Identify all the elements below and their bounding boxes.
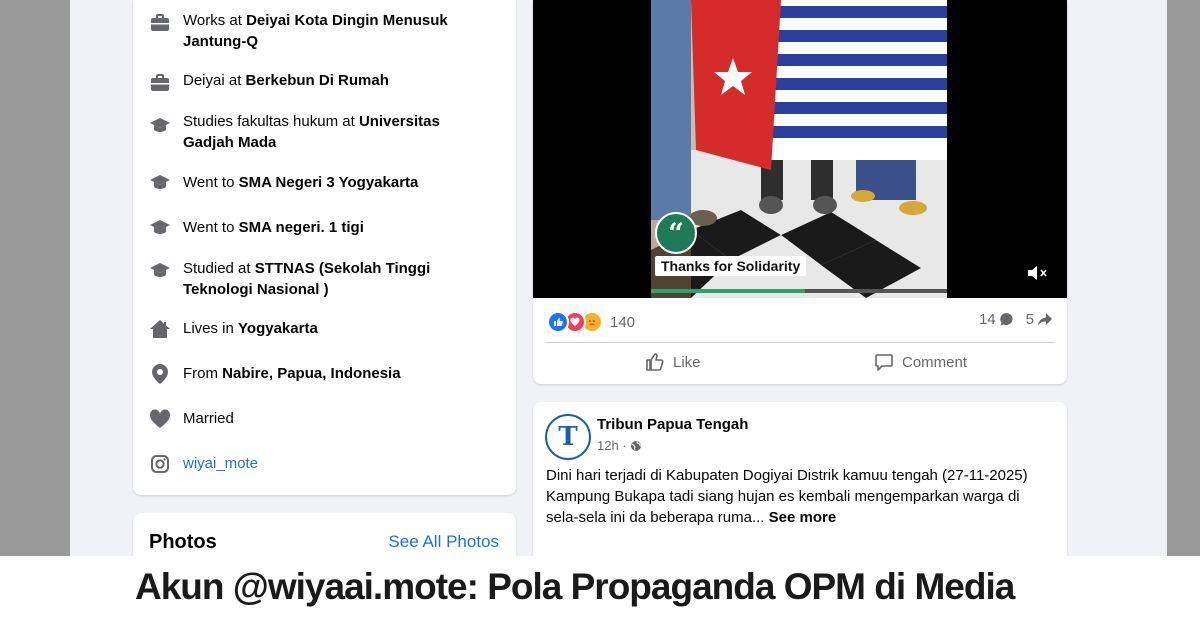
see-more-link[interactable]: See more [769,509,837,526]
comment-label: Comment [902,353,968,371]
city-link[interactable]: Yogyakarta [238,320,318,337]
intro-item-text: Works at Deiyai Kota Dingin Menusuk Jant… [183,12,448,50]
instagram-icon [149,453,171,475]
morning-star-flag [691,0,947,170]
graduation-cap-icon [149,260,171,282]
intro-card: Works at Deiyai Kota Dingin Menusuk Jant… [133,0,516,495]
workplace-link[interactable]: Berkebun Di Rumah [246,72,389,89]
school-link[interactable]: SMA Negeri 3 Yogyakarta [239,174,419,191]
post-time: 12h · [597,438,627,453]
comment-count[interactable]: 14 [979,311,996,328]
graduation-cap-icon [149,217,171,239]
mute-icon[interactable] [1027,264,1049,282]
comment-icon [874,352,894,372]
briefcase-icon [149,12,171,34]
video-player[interactable]: “ Thanks for Solidarity [533,0,1067,298]
like-button[interactable]: Like [645,352,701,372]
like-label: Like [673,353,701,371]
background-left [0,0,70,630]
thumbs-up-icon [645,352,665,372]
comment-count-icon [999,312,1014,327]
video-frame-image [651,0,947,298]
video-frame [651,0,947,298]
intro-item-text: Lives in Yogyakarta [183,320,318,337]
post-timestamp[interactable]: 12h · [597,438,642,453]
photos-title: Photos [149,531,217,553]
intro-item-text: Studied at STTNAS (Sekolah Tinggi Teknol… [183,260,431,298]
post-body: Dini hari terjadi di Kabupaten Dogiyai D… [546,465,1051,528]
page-avatar[interactable]: T [545,414,591,460]
intro-item-text: Deiyai at Berkebun Di Rumah [183,72,389,89]
intro-item-text: From Nabire, Papua, Indonesia [183,365,401,382]
like-reaction-icon [547,311,569,333]
share-count[interactable]: 5 [1026,311,1034,328]
intro-item-text: Married [183,410,234,427]
location-pin-icon [149,363,171,385]
page-name[interactable]: Tribun Papua Tengah [597,416,748,433]
article-headline: Akun @wiyaai.mote: Pola Propaganda OPM d… [135,566,1015,607]
instagram-link[interactable]: wiyai_mote [183,453,483,474]
quote-icon: “ [655,212,697,254]
hometown-link[interactable]: Nabire, Papua, Indonesia [222,365,400,382]
intro-item-text: Studies fakultas hukum at Universitas Ga… [183,113,440,151]
video-progress-bar[interactable] [651,289,947,293]
post-divider [545,342,1055,343]
graduation-cap-icon [149,172,171,194]
intro-item-text: Went to SMA negeri. 1 tigi [183,219,364,236]
video-post-card: “ Thanks for Solidarity 140 14 5 Like Co… [533,0,1067,384]
news-post-card: T Tribun Papua Tengah 12h · Dini hari te… [533,402,1067,572]
post-stats: 14 5 [979,311,1053,328]
intro-item-text: Went to SMA Negeri 3 Yogyakarta [183,174,419,191]
see-all-photos-link[interactable]: See All Photos [388,532,499,552]
globe-icon [630,440,642,452]
video-caption: Thanks for Solidarity [655,256,807,276]
home-icon [149,318,171,340]
video-progress-fill [651,289,805,293]
share-count-icon [1037,312,1053,327]
reaction-count: 140 [610,313,636,331]
school-link[interactable]: SMA negeri. 1 tigi [239,219,364,236]
reaction-summary[interactable]: 140 [547,311,635,333]
graduation-cap-icon [149,115,171,137]
comment-button[interactable]: Comment [874,352,967,372]
heart-icon [149,408,171,430]
briefcase-icon [149,72,171,94]
